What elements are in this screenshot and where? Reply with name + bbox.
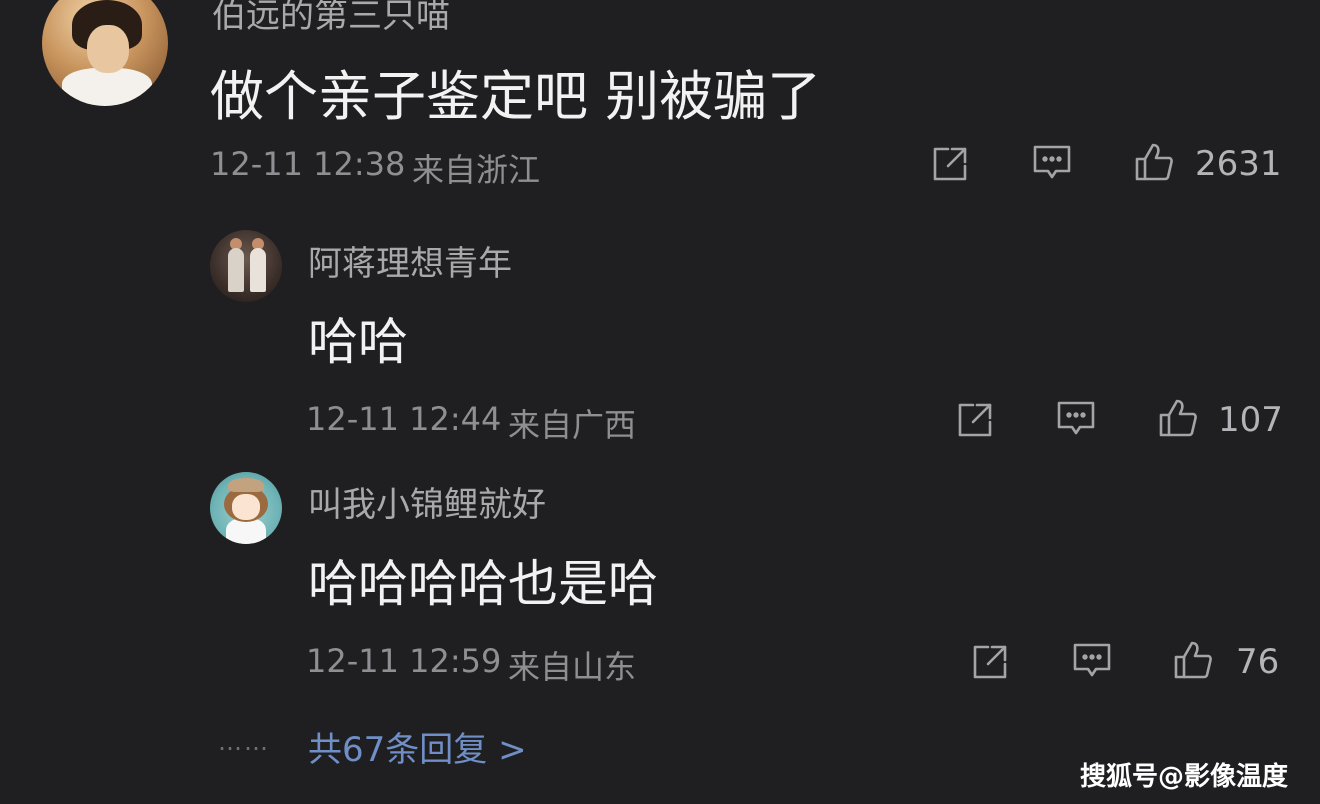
comment-icon[interactable] xyxy=(1032,142,1072,182)
watermark: 搜狐号@影像温度 xyxy=(1079,762,1288,792)
main-comment-username[interactable]: 伯远的第三只喵 xyxy=(212,0,450,37)
main-comment-time: 12-11 12:38 xyxy=(210,145,406,183)
reply-2-location: 来自山东 xyxy=(508,648,637,686)
thumbs-up-icon[interactable] xyxy=(1134,142,1174,182)
reply-1-like-count: 107 xyxy=(1218,400,1283,440)
thumbs-up-icon[interactable] xyxy=(1158,398,1198,438)
reply-2-text: 哈哈哈哈也是哈 xyxy=(308,555,658,613)
avatar-reply-1[interactable] xyxy=(210,230,282,302)
comment-icon[interactable] xyxy=(1072,640,1112,680)
reply-1-text: 哈哈 xyxy=(308,313,408,371)
reply-1-time: 12-11 12:44 xyxy=(306,400,502,438)
share-icon[interactable] xyxy=(930,144,970,184)
comment-icon[interactable] xyxy=(1056,398,1096,438)
main-comment-location: 来自浙江 xyxy=(412,151,541,189)
reply-2-like-count: 76 xyxy=(1236,642,1280,682)
main-comment-like-count: 2631 xyxy=(1195,144,1282,184)
avatar-reply-2[interactable] xyxy=(210,472,282,544)
main-comment-text: 做个亲子鉴定吧 别被骗了 xyxy=(210,65,822,128)
view-more-replies-link[interactable]: 共67条回复 > xyxy=(308,722,527,771)
reply-1-username[interactable]: 阿蒋理想青年 xyxy=(308,236,512,285)
reply-1-location: 来自广西 xyxy=(508,406,637,444)
more-replies-dots: …… xyxy=(218,728,270,756)
share-icon[interactable] xyxy=(955,400,995,440)
reply-2-time: 12-11 12:59 xyxy=(306,642,502,680)
reply-2-username[interactable]: 叫我小锦鲤就好 xyxy=(308,477,546,526)
avatar-main-commenter[interactable] xyxy=(42,0,168,106)
share-icon[interactable] xyxy=(970,642,1010,682)
thumbs-up-icon[interactable] xyxy=(1173,640,1213,680)
